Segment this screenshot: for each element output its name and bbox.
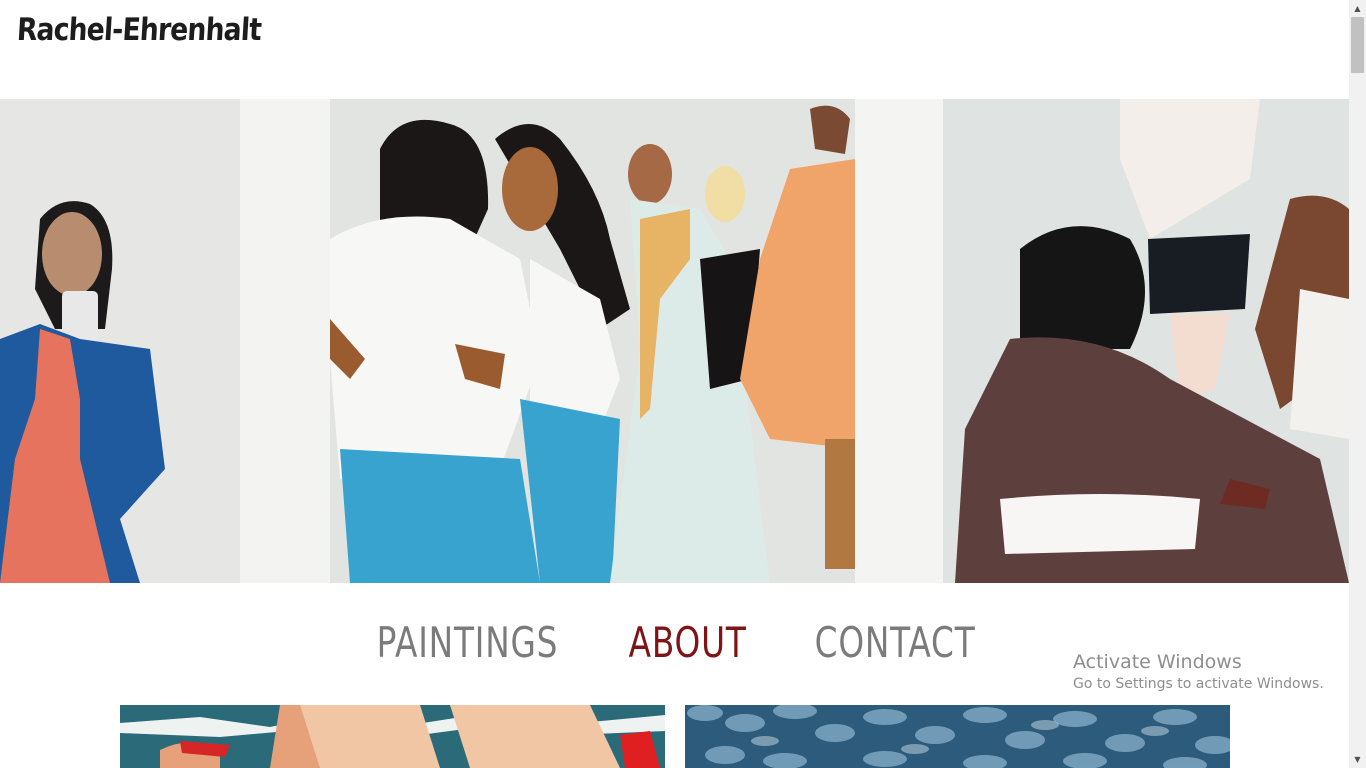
nav-link-about[interactable]: ABOUT — [629, 618, 747, 667]
windows-activation-watermark: Activate Windows Go to Settings to activ… — [1073, 651, 1324, 692]
scroll-up-arrow-icon[interactable]: ▲ — [1349, 0, 1366, 17]
site-title[interactable]: Rachel-Ehrenhalt — [16, 12, 262, 48]
nav-link-paintings[interactable]: PAINTINGS — [377, 618, 559, 667]
watermark-subtitle: Go to Settings to activate Windows. — [1073, 676, 1324, 692]
watermark-title: Activate Windows — [1073, 651, 1242, 673]
vertical-scrollbar[interactable]: ▲ ▼ — [1349, 0, 1366, 768]
nav-link-contact[interactable]: CONTACT — [815, 618, 976, 667]
gallery-thumbnail-swimmers[interactable] — [120, 705, 665, 768]
gallery-thumbnail-blue-scales[interactable] — [685, 705, 1230, 768]
scroll-down-arrow-icon[interactable]: ▼ — [1349, 751, 1366, 768]
hero-image — [0, 99, 1349, 583]
scrollbar-thumb[interactable] — [1351, 17, 1364, 73]
